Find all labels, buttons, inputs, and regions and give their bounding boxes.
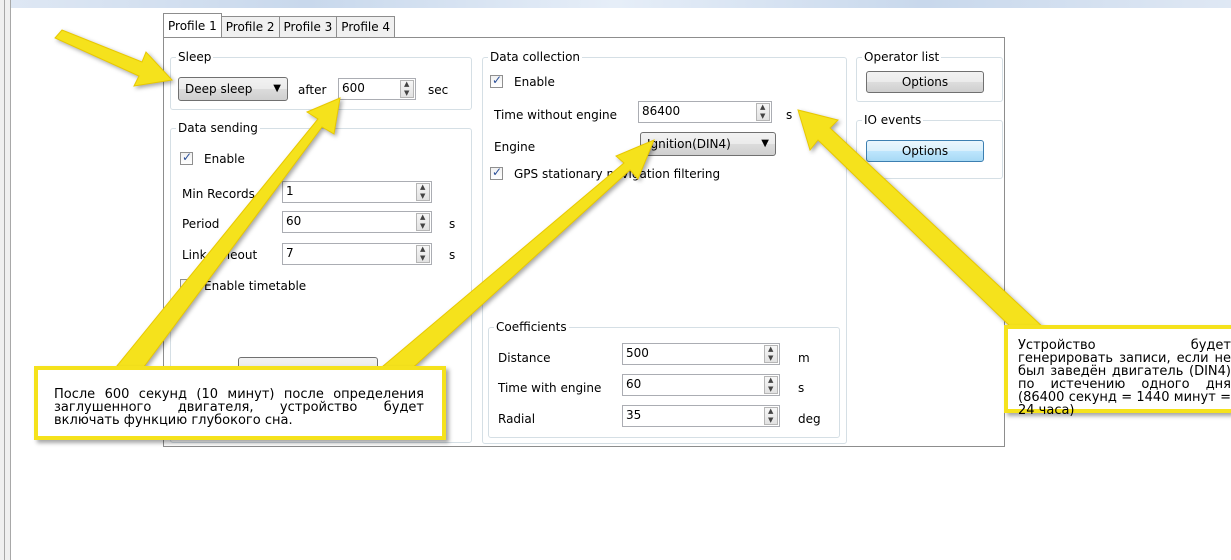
tab-profile-1[interactable]: Profile 1 bbox=[163, 13, 222, 37]
arrow-to-sleep-select bbox=[54, 29, 174, 87]
arrow-to-sleep-value bbox=[110, 97, 341, 373]
callout-deep-sleep: После 600 секунд (10 минут) после опреде… bbox=[34, 366, 446, 440]
arrow-to-engine-select bbox=[374, 139, 655, 373]
arrow-to-time-without-engine bbox=[797, 109, 1048, 331]
annotation-arrows bbox=[54, 29, 1048, 373]
callout-data-collection: Устройство будет генерировать записи, ес… bbox=[1004, 325, 1231, 417]
